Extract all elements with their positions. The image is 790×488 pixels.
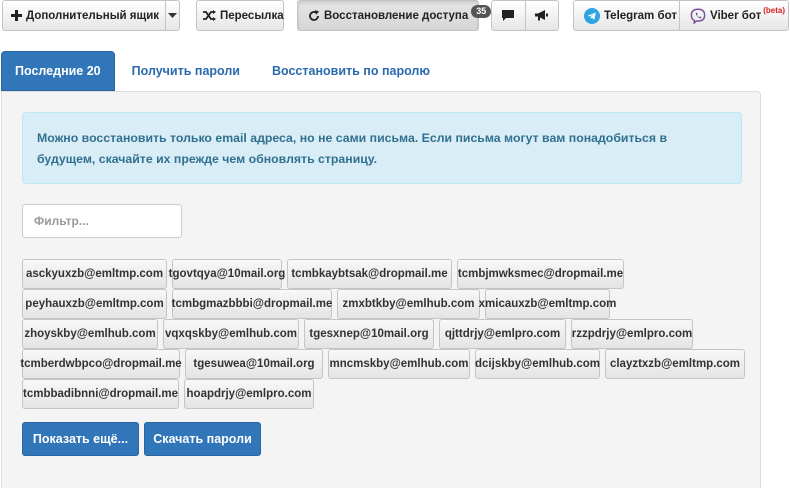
- tab-get-passwords[interactable]: Получить пароли: [115, 51, 254, 91]
- viber-bot-button[interactable]: Viber бот (beta): [679, 1, 790, 30]
- forward-button[interactable]: Пересылка: [197, 1, 290, 30]
- email-chip[interactable]: vqxqskby@emlhub.com: [163, 319, 299, 349]
- mailbox-dropdown-toggle[interactable]: [165, 1, 179, 30]
- plus-icon: [11, 10, 22, 21]
- email-chip[interactable]: zmxbtkby@emlhub.com: [337, 289, 480, 319]
- megaphone-icon: [535, 10, 549, 21]
- email-chip[interactable]: tcmberdwbpco@dropmail.me: [20, 349, 182, 379]
- restore-count-badge: 35: [471, 5, 492, 18]
- email-chip[interactable]: tgovtqya@10mail.org: [169, 259, 285, 289]
- viber-bot-label: Viber бот: [710, 9, 762, 22]
- email-chip[interactable]: hoapdrjy@emlpro.com: [184, 379, 314, 409]
- email-chip[interactable]: tcmbbadibnni@dropmail.me: [22, 379, 179, 409]
- tab-restore-by-password[interactable]: Восстановить по паролю: [254, 51, 444, 91]
- restore-access-label: Восстановление доступа: [324, 9, 469, 22]
- shuffle-icon: [203, 10, 216, 21]
- telegram-bot-label: Telegram бот: [604, 9, 677, 22]
- email-chip[interactable]: tcmbgmazbbbi@dropmail.me: [172, 289, 332, 319]
- forward-label: Пересылка: [220, 9, 284, 22]
- viber-beta-badge: (beta): [763, 6, 786, 15]
- telegram-icon: [584, 7, 600, 24]
- chat-button[interactable]: [492, 1, 525, 30]
- email-chip[interactable]: tcmbkaybtsak@dropmail.me: [287, 259, 452, 289]
- speech-bubble-icon: [502, 10, 515, 21]
- email-chip[interactable]: qjttdrjy@emlpro.com: [439, 319, 566, 349]
- email-chip[interactable]: tgesxnep@10mail.org: [304, 319, 434, 349]
- email-chip[interactable]: xmicauxzb@emltmp.com: [479, 289, 616, 319]
- announce-button[interactable]: [524, 1, 559, 30]
- bots-button-group: Telegram бот Viber бот (beta): [573, 0, 789, 31]
- tab-last-20[interactable]: Последние 20: [1, 51, 115, 91]
- email-chip[interactable]: asckyuxzb@emltmp.com: [22, 259, 167, 289]
- restore-access-button[interactable]: Восстановление доступа 35: [298, 1, 497, 30]
- info-alert: Можно восстановить только email адреса, …: [22, 112, 742, 184]
- telegram-bot-button[interactable]: Telegram бот: [574, 1, 679, 30]
- extra-actions-group: [491, 0, 559, 31]
- email-chip[interactable]: rzzpdrjy@emlpro.com: [571, 319, 693, 349]
- add-mailbox-button[interactable]: Дополнительный ящик: [3, 1, 165, 30]
- email-chip[interactable]: zhoyskby@emlhub.com: [22, 319, 158, 349]
- viber-icon: [690, 7, 706, 24]
- add-mailbox-label: Дополнительный ящик: [26, 9, 160, 22]
- email-chip[interactable]: tgesuwea@10mail.org: [185, 349, 323, 379]
- mailbox-button-group: Дополнительный ящик: [2, 0, 180, 31]
- caret-down-icon: [168, 13, 178, 18]
- filter-input[interactable]: [22, 204, 182, 238]
- email-chip[interactable]: tcmbjmwksmec@dropmail.me: [457, 259, 624, 289]
- email-chip[interactable]: peyhauxzb@emltmp.com: [22, 289, 167, 319]
- tab-bar: Последние 20 Получить пароли Восстановит…: [1, 51, 444, 92]
- content-panel: Можно восстановить только email адреса, …: [1, 91, 761, 488]
- refresh-icon: [308, 9, 320, 22]
- forward-button-group: Пересылка: [196, 0, 284, 31]
- show-more-button[interactable]: Показать ещё...: [22, 422, 139, 456]
- download-passwords-button[interactable]: Скачать пароли: [144, 422, 261, 456]
- email-chip[interactable]: clayztxzb@emltmp.com: [605, 349, 745, 379]
- restore-button-group: Восстановление доступа 35: [297, 0, 492, 31]
- email-chip[interactable]: mncmskby@emlhub.com: [328, 349, 470, 379]
- email-chip[interactable]: dcijskby@emlhub.com: [475, 349, 600, 379]
